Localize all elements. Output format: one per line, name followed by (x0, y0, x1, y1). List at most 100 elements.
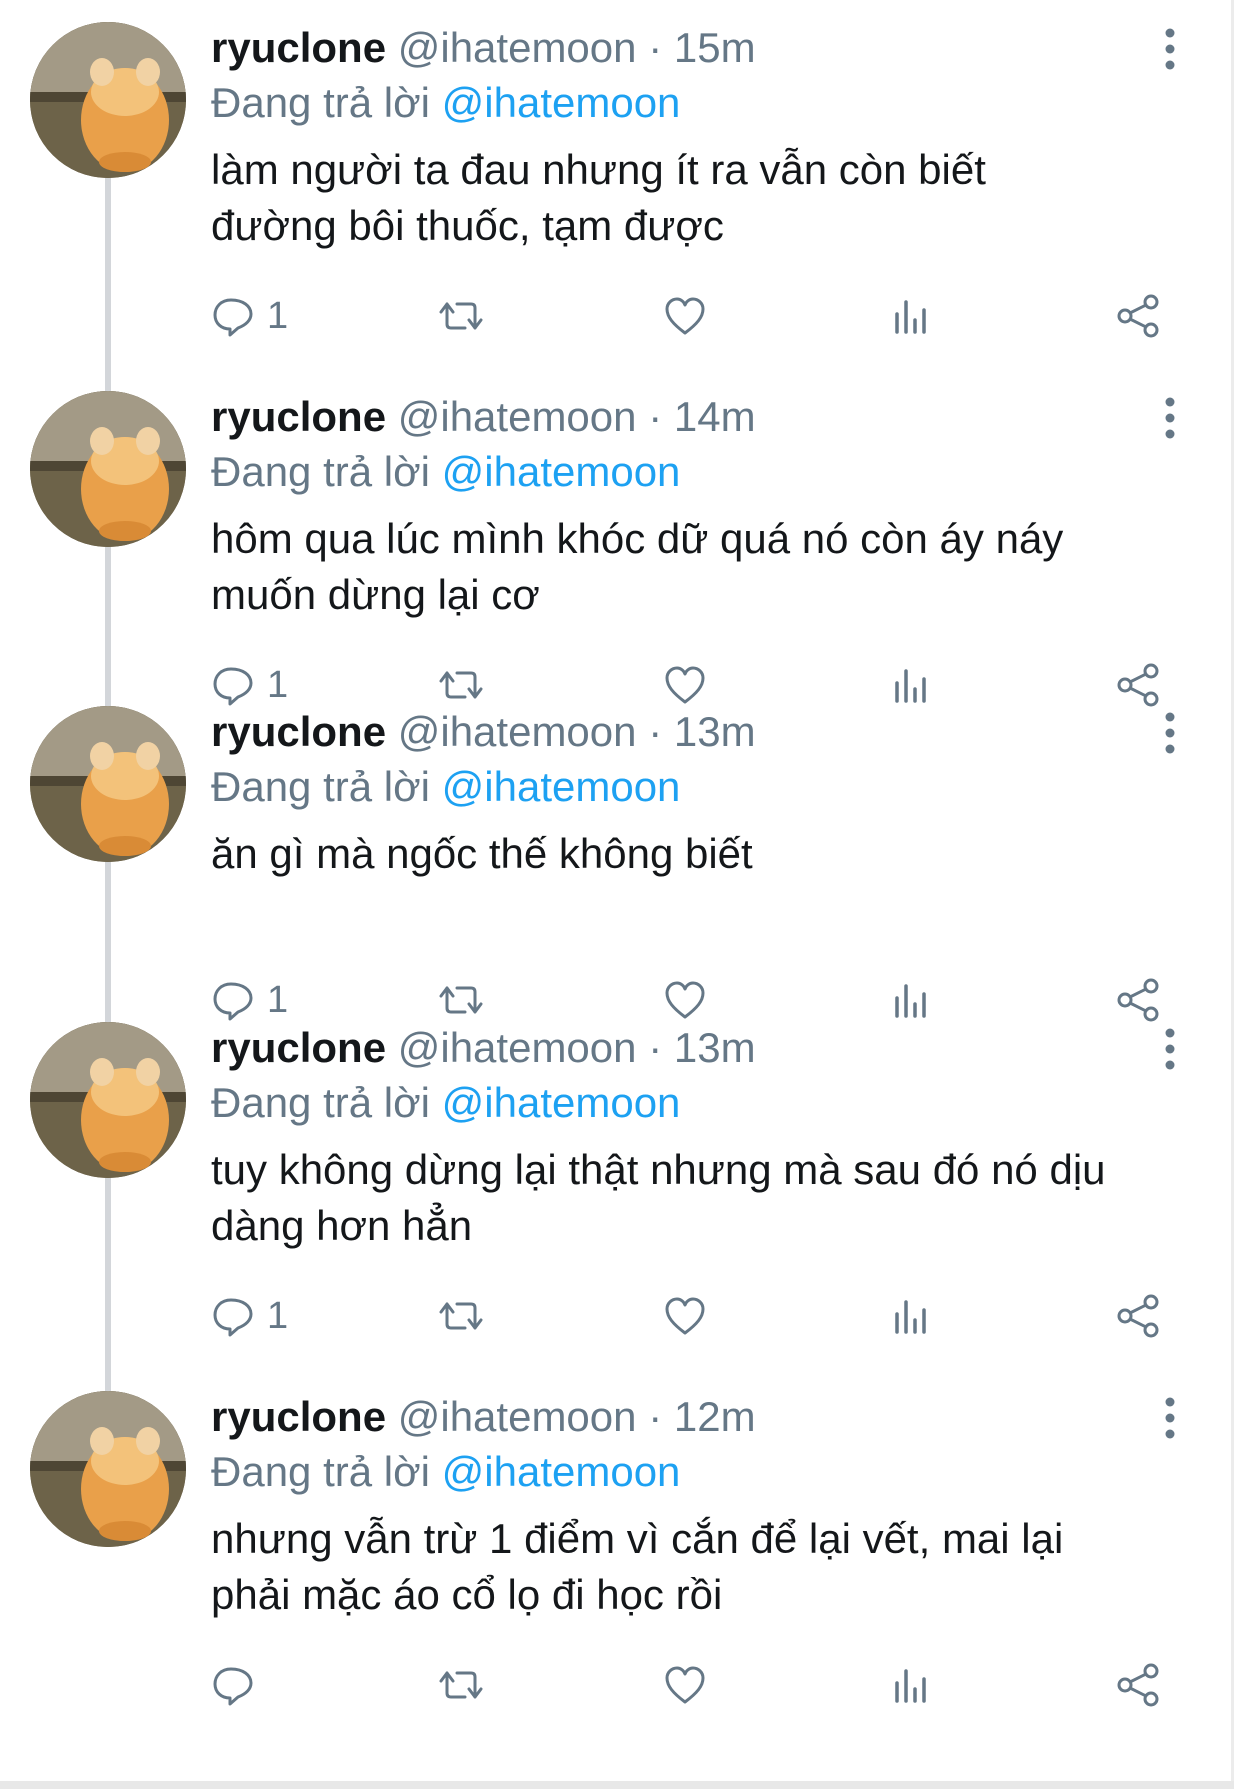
tweet[interactable]: ryuclone @ihatemoon · 15m Đang trả lời @… (0, 0, 1234, 368)
tweet-text-line: dàng hơn hẳn (211, 1202, 473, 1249)
reply-button[interactable]: 1 (211, 290, 288, 342)
mention-link[interactable]: @ihatemoon (442, 763, 681, 810)
like-button[interactable] (663, 1659, 707, 1711)
tweet-text-line: đường bôi thuốc, tạm được (211, 202, 724, 249)
retweet-button[interactable] (437, 1290, 485, 1342)
mention-link[interactable]: @ihatemoon (442, 1079, 681, 1126)
retweet-icon (437, 1663, 485, 1707)
mention-link[interactable]: @ihatemoon (442, 79, 681, 126)
separator-dot: · (648, 393, 663, 440)
tweet-text: ăn gì mà ngốc thế không biết (211, 826, 1201, 882)
separator-dot: · (648, 24, 663, 71)
like-button[interactable] (663, 290, 707, 342)
more-vertical-icon[interactable] (1150, 1395, 1190, 1441)
mention-link[interactable]: @ihatemoon (442, 448, 681, 495)
more-vertical-icon[interactable] (1150, 26, 1190, 72)
replying-to: Đang trả lời @ihatemoon (211, 1075, 680, 1131)
display-name[interactable]: ryuclone (211, 393, 386, 440)
reply-count: 1 (267, 295, 289, 337)
tweet[interactable]: ryuclone @ihatemoon · 13m Đang trả lời @… (0, 1000, 1234, 1368)
tweet-header: ryuclone @ihatemoon · 14m (211, 389, 756, 445)
reply-icon (211, 294, 255, 338)
analytics-icon (889, 1294, 933, 1338)
like-button[interactable] (663, 1290, 707, 1342)
separator-dot: · (648, 708, 663, 755)
tweet-header: ryuclone @ihatemoon · 13m (211, 1020, 756, 1076)
reply-button[interactable]: 1 (211, 1290, 288, 1342)
tweet-text-line: nhưng vẫn trừ 1 điểm vì cắn để lại vết, … (211, 1515, 1064, 1562)
heart-icon (663, 1294, 707, 1338)
replying-to: Đang trả lời @ihatemoon (211, 759, 680, 815)
tweet-actions: 1 (211, 1290, 1176, 1342)
bottom-divider (0, 1781, 1234, 1789)
tweet[interactable]: ryuclone @ihatemoon · 13m Đang trả lời @… (0, 684, 1234, 1052)
tweet-text: nhưng vẫn trừ 1 điểm vì cắn để lại vết, … (211, 1511, 1201, 1623)
display-name[interactable]: ryuclone (211, 24, 386, 71)
user-handle[interactable]: @ihatemoon (398, 1393, 637, 1440)
analytics-button[interactable] (889, 1290, 933, 1342)
replying-to: Đang trả lời @ihatemoon (211, 1444, 680, 1500)
replying-to-label: Đang trả lời (211, 1079, 430, 1126)
timestamp[interactable]: 13m (674, 708, 756, 755)
replying-to: Đang trả lời @ihatemoon (211, 75, 680, 131)
replying-to-label: Đang trả lời (211, 1448, 430, 1495)
avatar[interactable] (30, 706, 186, 862)
more-vertical-icon[interactable] (1150, 1026, 1190, 1072)
avatar[interactable] (30, 22, 186, 178)
tweet[interactable]: ryuclone @ihatemoon · 14m Đang trả lời @… (0, 369, 1234, 737)
timestamp[interactable]: 13m (674, 1024, 756, 1071)
user-handle[interactable]: @ihatemoon (398, 24, 637, 71)
retweet-icon (437, 294, 485, 338)
heart-icon (663, 294, 707, 338)
timestamp[interactable]: 15m (674, 24, 756, 71)
reply-icon (211, 1294, 255, 1338)
user-handle[interactable]: @ihatemoon (398, 1024, 637, 1071)
replying-to-label: Đang trả lời (211, 79, 430, 126)
analytics-button[interactable] (889, 1659, 933, 1711)
replying-to-label: Đang trả lời (211, 448, 430, 495)
tweet[interactable]: ryuclone @ihatemoon · 12m Đang trả lời @… (0, 1369, 1234, 1737)
display-name[interactable]: ryuclone (211, 1024, 386, 1071)
analytics-icon (889, 294, 933, 338)
more-vertical-icon[interactable] (1150, 710, 1190, 756)
retweet-button[interactable] (437, 1659, 485, 1711)
avatar[interactable] (30, 1022, 186, 1178)
tweet-text-line: ăn gì mà ngốc thế không biết (211, 830, 753, 877)
avatar[interactable] (30, 1391, 186, 1547)
replying-to: Đang trả lời @ihatemoon (211, 444, 680, 500)
analytics-button[interactable] (889, 290, 933, 342)
tweet-text: tuy không dừng lại thật nhưng mà sau đó … (211, 1142, 1201, 1254)
tweet-text: hôm qua lúc mình khóc dữ quá nó còn áy n… (211, 511, 1201, 623)
reply-count: 1 (267, 1295, 289, 1337)
tweet-header: ryuclone @ihatemoon · 13m (211, 704, 756, 760)
separator-dot: · (648, 1024, 663, 1071)
share-button[interactable] (1115, 1659, 1163, 1711)
mention-link[interactable]: @ihatemoon (442, 1448, 681, 1495)
separator-dot: · (648, 1393, 663, 1440)
display-name[interactable]: ryuclone (211, 708, 386, 755)
share-icon (1115, 1661, 1163, 1709)
user-handle[interactable]: @ihatemoon (398, 708, 637, 755)
replying-to-label: Đang trả lời (211, 763, 430, 810)
avatar[interactable] (30, 391, 186, 547)
tweet-actions: 1 (211, 290, 1176, 342)
heart-icon (663, 1663, 707, 1707)
tweet-text: làm người ta đau nhưng ít ra vẫn còn biế… (211, 142, 1201, 254)
tweet-text-line: muốn dừng lại cơ (211, 571, 540, 618)
user-handle[interactable]: @ihatemoon (398, 393, 637, 440)
display-name[interactable]: ryuclone (211, 1393, 386, 1440)
reply-button[interactable] (211, 1659, 267, 1711)
timestamp[interactable]: 12m (674, 1393, 756, 1440)
tweet-text-line: hôm qua lúc mình khóc dữ quá nó còn áy n… (211, 515, 1064, 562)
share-button[interactable] (1115, 1290, 1163, 1342)
reply-thread: ryuclone @ihatemoon · 15m Đang trả lời @… (0, 0, 1234, 1789)
tweet-header: ryuclone @ihatemoon · 12m (211, 1389, 756, 1445)
tweet-header: ryuclone @ihatemoon · 15m (211, 20, 756, 76)
retweet-button[interactable] (437, 290, 485, 342)
share-button[interactable] (1115, 290, 1163, 342)
reply-icon (211, 1663, 255, 1707)
timestamp[interactable]: 14m (674, 393, 756, 440)
tweet-text-line: phải mặc áo cổ lọ đi học rồi (211, 1571, 723, 1618)
more-vertical-icon[interactable] (1150, 395, 1190, 441)
share-icon (1115, 292, 1163, 340)
